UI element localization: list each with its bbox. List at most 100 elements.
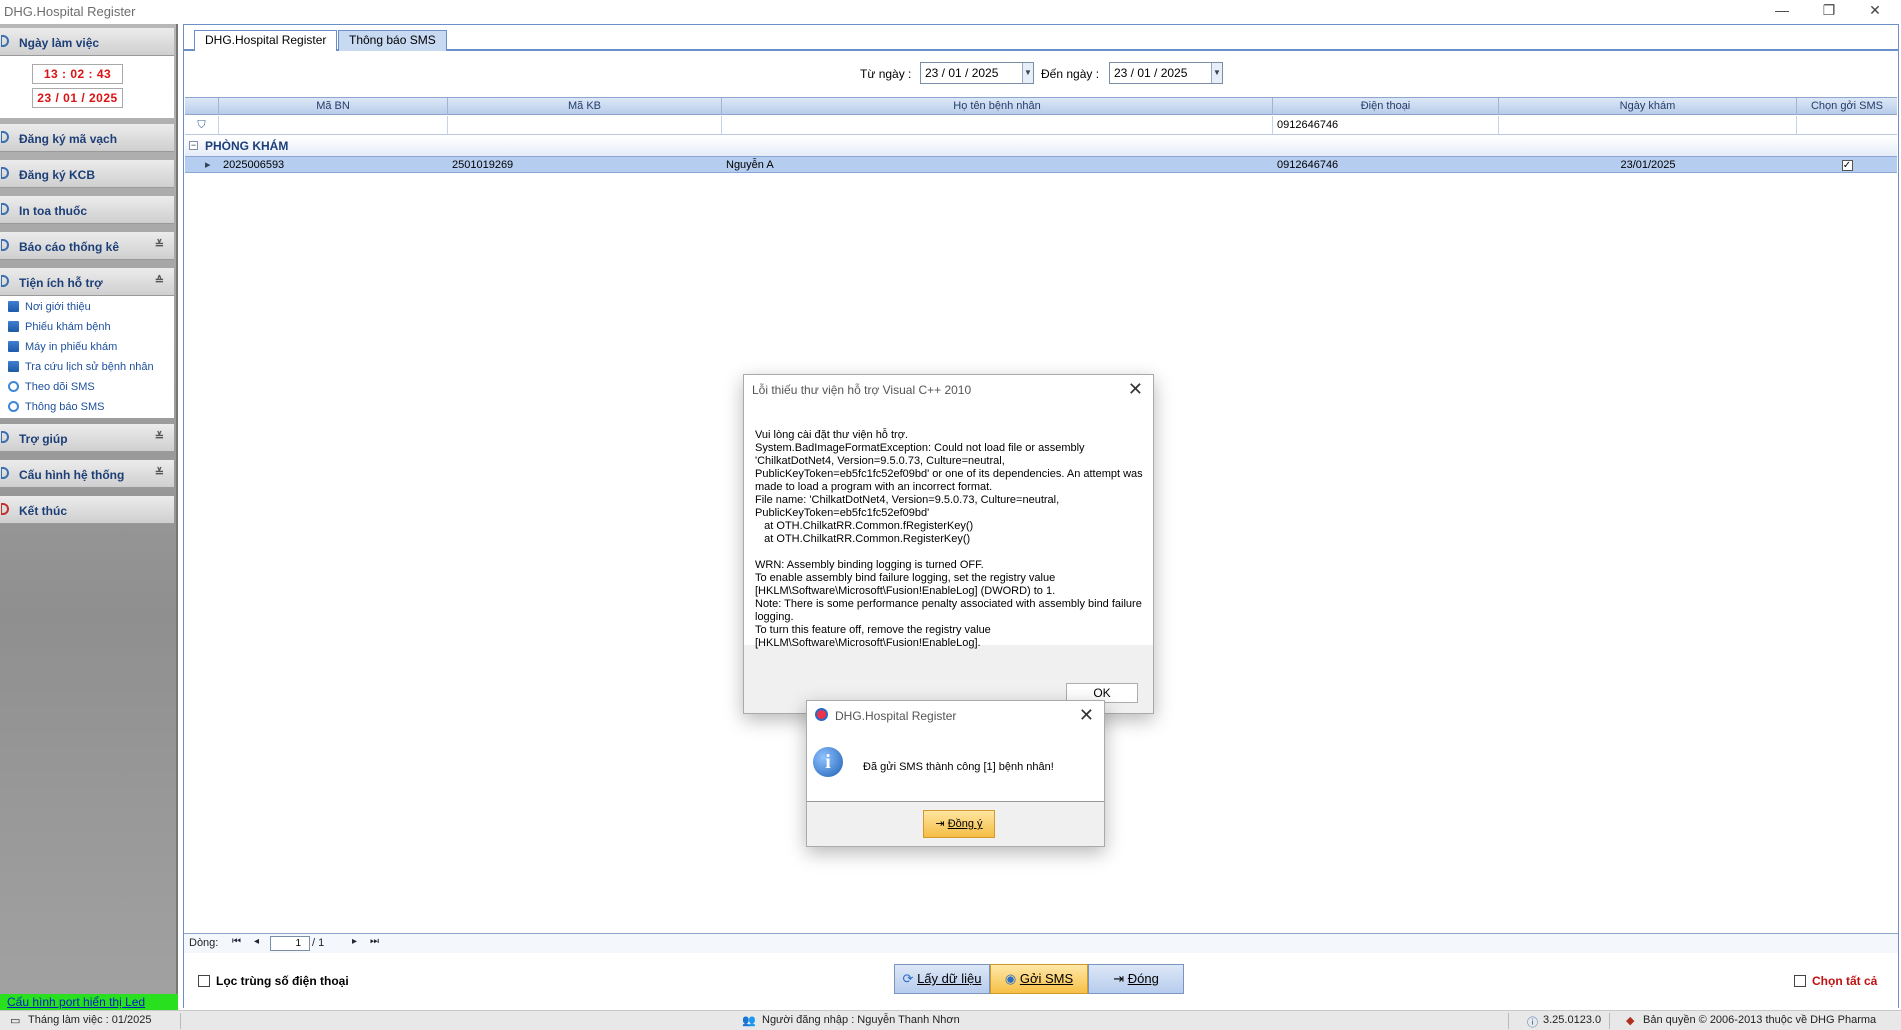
group-row[interactable]: − PHÒNG KHÁM <box>185 136 1897 156</box>
app-logo-icon <box>815 708 828 721</box>
collapse-icon[interactable]: − <box>189 141 198 150</box>
column-header[interactable]: Ngày khám <box>1499 98 1797 115</box>
from-date-value: 23 / 01 / 2025 <box>925 66 999 80</box>
sidebar-item-sms-notify[interactable]: Thông báo SMS <box>8 398 105 416</box>
status-separator <box>1508 1013 1509 1029</box>
chevron-down-icon: ≚ <box>154 239 164 251</box>
sidebar-group-utilities[interactable]: Tiện ích hỗ trợ ≙ <box>0 268 174 296</box>
fetch-data-button[interactable]: ⟳ Lấy dữ liệu <box>894 964 990 994</box>
column-header[interactable]: Mã BN <box>219 98 448 115</box>
cell-ma-kb: 2501019269 <box>452 159 514 171</box>
led-config-link[interactable]: Cấu hình port hiển thị Led <box>7 995 145 1009</box>
grid-header: Mã BN Mã KB Họ tên bệnh nhân Điện thoại … <box>185 98 1897 115</box>
minimize-button[interactable]: — <box>1759 0 1805 22</box>
to-date-picker[interactable]: 23 / 01 / 2025 ▼ <box>1109 62 1223 84</box>
clock-display: 13 : 02 : 43 <box>32 64 123 84</box>
status-separator <box>180 1013 181 1029</box>
workmonth-status: Tháng làm việc : 01/2025 <box>28 1014 152 1026</box>
sidebar-item-referral[interactable]: Nơi giới thiệu <box>8 298 91 316</box>
chevron-down-icon: ≚ <box>154 467 164 479</box>
button-label: Đồng ý <box>947 818 983 830</box>
sidebar-group-label: Tiện ích hỗ trợ <box>19 276 103 290</box>
checkbox-box[interactable] <box>198 975 210 987</box>
next-page-icon[interactable]: ▸ <box>352 936 357 947</box>
restore-button[interactable]: ❐ <box>1806 0 1852 22</box>
filter-dup-phone-checkbox[interactable]: Lọc trùng số điện thoại <box>198 974 349 988</box>
tab-sms-notify[interactable]: Thông báo SMS <box>338 30 447 51</box>
column-header[interactable]: Chọn gởi SMS <box>1797 98 1897 115</box>
filter-cell[interactable] <box>448 116 722 135</box>
column-header[interactable]: Điện thoại <box>1273 98 1499 115</box>
info-dialog: DHG.Hospital Register ✕ i Đã gửi SMS thà… <box>806 700 1105 847</box>
pharma-logo-icon: ◆ <box>1626 1015 1635 1027</box>
calendar-icon: ▭ <box>10 1015 21 1027</box>
close-button[interactable]: ⇥ Đóng <box>1088 964 1184 994</box>
dialog-body: Vui lòng cài đặt thư viện hỗ trợ. System… <box>744 405 1153 649</box>
select-all-checkbox[interactable]: Chọn tất cả <box>1794 974 1877 988</box>
filter-cell[interactable] <box>1797 116 1897 135</box>
sidebar-group-prescription[interactable]: In toa thuốc <box>0 196 174 224</box>
error-message: Vui lòng cài đặt thư viện hỗ trợ. System… <box>755 429 1143 649</box>
button-label: Đóng <box>1127 971 1159 986</box>
status-bar: ▭ Tháng làm việc : 01/2025 👥 Người đăng … <box>0 1010 1901 1030</box>
checkbox-box[interactable] <box>1794 975 1806 987</box>
column-header[interactable]: Họ tên bệnh nhân <box>722 98 1273 115</box>
sidebar-group-workday[interactable]: Ngày làm việc <box>0 28 174 56</box>
first-page-icon[interactable]: ⏮ <box>232 936 241 947</box>
sidebar-group-kcb[interactable]: Đăng ký KCB <box>0 160 174 188</box>
cell-ma-bn: 2025006593 <box>223 159 285 171</box>
window-title: DHG.Hospital Register <box>4 4 136 19</box>
to-date-value: 23 / 01 / 2025 <box>1114 66 1188 80</box>
filter-cell-phone[interactable]: 0912646746 <box>1273 116 1499 135</box>
tab-hospital-register[interactable]: DHG.Hospital Register <box>194 30 338 51</box>
sidebar-group-label: Cấu hình hệ thống <box>19 468 125 482</box>
exit-door-icon: ⇥ <box>935 818 945 830</box>
bottom-toolbar: Lọc trùng số điện thoại ⟳ Lấy dữ liệu ◉ … <box>184 954 1898 1008</box>
filter-cell[interactable] <box>722 116 1273 135</box>
last-page-icon[interactable]: ⏭ <box>370 936 379 947</box>
prev-page-icon[interactable]: ◂ <box>254 936 259 947</box>
group-icon <box>1 203 9 215</box>
sidebar-group-label: Đăng ký KCB <box>19 168 96 182</box>
page-total: / 1 <box>312 937 325 949</box>
page-input[interactable]: 1 <box>270 936 310 951</box>
column-header[interactable]: Mã KB <box>448 98 722 115</box>
sidebar-item-printer[interactable]: Máy in phiếu khám <box>8 338 117 356</box>
sidebar-group-exit[interactable]: Kết thúc <box>0 496 174 524</box>
sidebar-group-config[interactable]: Cấu hình hệ thống ≚ <box>0 460 174 488</box>
chevron-down-icon[interactable]: ▼ <box>1022 63 1033 83</box>
sidebar-group-label: Báo cáo thống kê <box>19 240 120 254</box>
sidebar-item-label: Phiếu khám bệnh <box>25 321 111 333</box>
sidebar-item-exam-ticket[interactable]: Phiếu khám bệnh <box>8 318 111 336</box>
sms-select-checkbox[interactable]: ✓ <box>1841 160 1853 171</box>
send-sms-button[interactable]: ◉ Gởi SMS <box>990 964 1088 994</box>
filter-icon[interactable]: ⛉ <box>185 116 219 135</box>
status-separator <box>1609 1013 1610 1029</box>
workday-date: 23 / 01 / 2025 <box>32 88 123 108</box>
group-icon <box>1 167 9 179</box>
close-icon[interactable]: ✕ <box>1128 379 1143 400</box>
sidebar-group-help[interactable]: Trợ giúp ≚ <box>0 424 174 452</box>
filter-cell[interactable] <box>219 116 448 135</box>
exit-door-icon: ⇥ <box>1113 971 1125 986</box>
filter-cell[interactable] <box>1499 116 1797 135</box>
checkbox-label: Chọn tất cả <box>1812 974 1878 988</box>
book-icon <box>8 321 19 332</box>
tab-strip: DHG.Hospital Register Thông báo SMS <box>184 25 1898 51</box>
sidebar-item-patient-history[interactable]: Tra cứu lịch sử bệnh nhân <box>8 358 154 376</box>
close-icon[interactable]: ✕ <box>1079 705 1094 726</box>
checkbox-label: Lọc trùng số điện thoại <box>216 974 349 988</box>
sidebar-group-barcode[interactable]: Đăng ký mã vạch <box>0 124 174 152</box>
close-window-button[interactable]: ✕ <box>1852 0 1898 22</box>
cell-chon-sms[interactable]: ✓ <box>1797 157 1897 173</box>
table-row[interactable]: ▸ 2025006593 2501019269 Nguyễn A 0912646… <box>185 156 1897 173</box>
from-date-picker[interactable]: 23 / 01 / 2025 ▼ <box>920 62 1034 84</box>
sidebar-group-reports[interactable]: Báo cáo thống kê ≚ <box>0 232 174 260</box>
chevron-down-icon[interactable]: ▼ <box>1211 63 1222 83</box>
sidebar-group-label: Ngày làm việc <box>19 36 100 50</box>
users-icon: 👥 <box>742 1015 756 1027</box>
sidebar-item-sms-tracking[interactable]: Theo dõi SMS <box>8 378 95 396</box>
button-label: Lấy dữ liệu <box>917 971 982 986</box>
agree-button[interactable]: ⇥ Đồng ý <box>923 810 995 838</box>
version-status: 3.25.0123.0 <box>1543 1014 1602 1026</box>
